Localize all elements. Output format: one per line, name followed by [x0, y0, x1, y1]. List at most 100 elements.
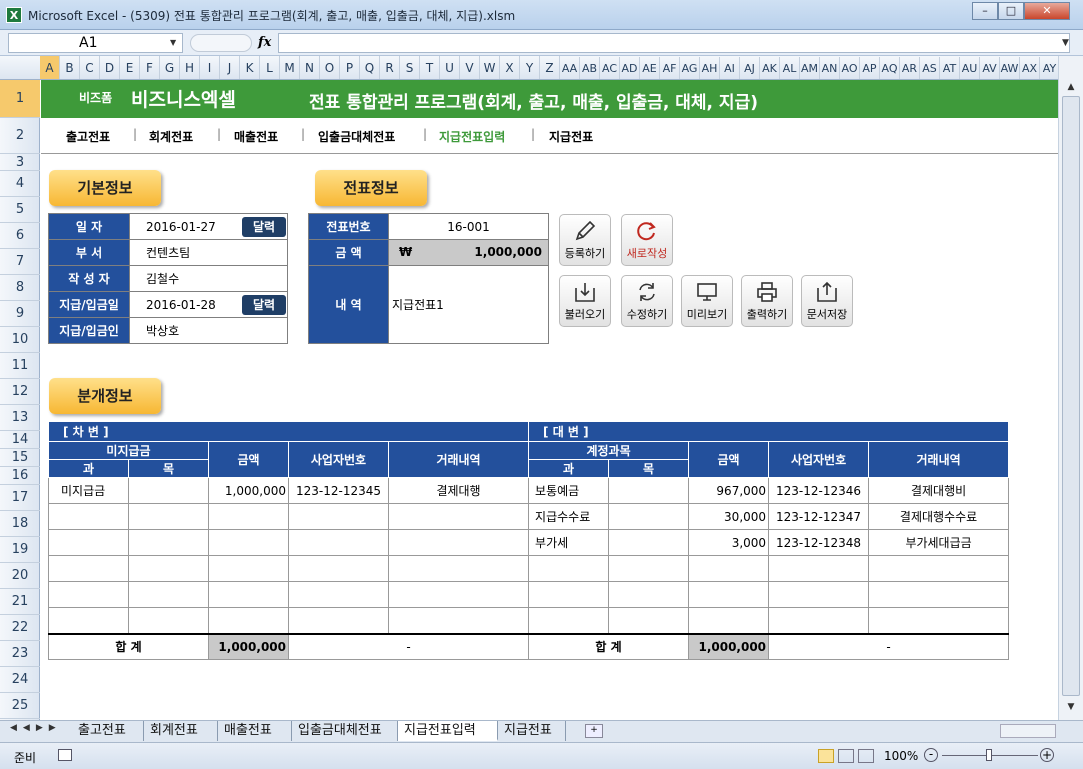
calendar-button-paydate[interactable]: 달력	[242, 295, 286, 315]
column-header-cell[interactable]: AB	[580, 57, 600, 79]
debit-mok-cell[interactable]	[128, 477, 209, 504]
column-header-cell[interactable]: AL	[780, 57, 800, 79]
column-header-cell[interactable]: AG	[680, 57, 700, 79]
debit-desc-cell[interactable]	[387, 607, 530, 634]
column-header-cell[interactable]: R	[380, 56, 400, 79]
column-header-cell[interactable]: T	[420, 56, 440, 79]
column-header-cell[interactable]: V	[460, 56, 480, 79]
credit-gwa-cell[interactable]: 보통예금	[528, 477, 610, 504]
nav-item-jigeup[interactable]: 지급전표	[549, 128, 593, 145]
debit-amount-cell[interactable]: 1,000,000	[208, 477, 289, 504]
chevron-down-icon[interactable]: ▼	[170, 38, 176, 47]
credit-gwa-cell[interactable]: 부가세	[528, 529, 610, 556]
row-header-cell[interactable]: 21	[0, 589, 40, 615]
credit-amount-cell[interactable]	[688, 607, 770, 634]
credit-mok-cell[interactable]	[608, 607, 690, 634]
column-header-cell[interactable]: AU	[960, 57, 980, 79]
debit-gwa-cell[interactable]	[48, 555, 129, 582]
column-header-cell[interactable]: AX	[1020, 57, 1040, 79]
debit-mok-cell[interactable]	[128, 503, 209, 530]
row-header-cell[interactable]: 11	[0, 353, 40, 379]
debit-mok-cell[interactable]	[128, 581, 209, 608]
column-header-cell[interactable]: AA	[560, 57, 580, 79]
voucher-no-value[interactable]: 16-001	[388, 213, 549, 240]
credit-gwa-cell[interactable]	[528, 555, 610, 582]
row-header-cell[interactable]: 3	[0, 154, 40, 171]
column-header-cell[interactable]: J	[220, 56, 240, 79]
row-header-cell[interactable]: 8	[0, 275, 40, 301]
debit-amount-cell[interactable]	[208, 555, 289, 582]
new-document-button[interactable]: 새로작성	[621, 214, 673, 266]
credit-gwa-cell[interactable]: 지급수수료	[528, 503, 610, 530]
credit-gwa-cell[interactable]	[528, 581, 610, 608]
scroll-thumb[interactable]	[1062, 96, 1080, 696]
load-button[interactable]: 불러오기	[559, 275, 611, 327]
credit-amount-cell[interactable]	[688, 581, 770, 608]
formula-input[interactable]	[278, 33, 1070, 53]
column-header-cell[interactable]: AC	[600, 57, 620, 79]
column-header-cell[interactable]: AQ	[880, 57, 900, 79]
column-header-cell[interactable]: M	[280, 56, 300, 79]
debit-amount-cell[interactable]	[208, 581, 289, 608]
column-header-cell[interactable]: AM	[800, 57, 820, 79]
column-header-cell[interactable]: W	[480, 56, 500, 79]
tab-nav-arrows-icon[interactable]: ◀◀▶▶	[10, 723, 62, 733]
column-header-cell[interactable]: AY	[1040, 57, 1058, 79]
column-header-cell[interactable]: AN	[820, 57, 840, 79]
page-break-icon[interactable]	[858, 749, 874, 763]
column-header-cell[interactable]: E	[120, 56, 140, 79]
credit-desc-cell[interactable]	[868, 607, 1010, 634]
column-header-cell[interactable]: AD	[620, 57, 640, 79]
row-header-cell[interactable]: 20	[0, 563, 40, 589]
debit-desc-cell[interactable]	[387, 529, 530, 556]
column-header-cell[interactable]: K	[240, 56, 260, 79]
credit-amount-cell[interactable]: 3,000	[688, 529, 770, 556]
writer-value[interactable]: 김철수	[129, 265, 288, 292]
row-header-cell[interactable]: 14	[0, 431, 40, 449]
column-header-cell[interactable]: AJ	[740, 57, 760, 79]
column-header-cell[interactable]: AP	[860, 57, 880, 79]
nav-item-chulgo[interactable]: 출고전표	[66, 128, 110, 145]
debit-desc-cell[interactable]	[387, 581, 530, 608]
debit-mok-cell[interactable]	[128, 607, 209, 634]
column-header-cell[interactable]: Q	[360, 56, 380, 79]
row-header-cell[interactable]: 24	[0, 667, 40, 693]
column-header-cell[interactable]: L	[260, 56, 280, 79]
column-header-cell[interactable]: AT	[940, 57, 960, 79]
credit-biz-cell[interactable]: 123-12-12346	[768, 477, 870, 504]
minimize-button[interactable]: –	[972, 2, 998, 20]
print-button[interactable]: 출력하기	[741, 275, 793, 327]
row-header-cell[interactable]: 2	[0, 118, 40, 154]
zoom-in-icon[interactable]: +	[1040, 748, 1054, 762]
row-header-cell[interactable]: 22	[0, 615, 40, 641]
calendar-button-date[interactable]: 달력	[242, 217, 286, 237]
sheet-tab[interactable]: 지급전표	[498, 721, 566, 741]
row-header-cell[interactable]: 16	[0, 467, 40, 485]
sheet-tab[interactable]: 입출금대체전표	[292, 721, 398, 741]
column-header-cell[interactable]: F	[140, 56, 160, 79]
debit-amount-cell[interactable]	[208, 607, 289, 634]
save-document-button[interactable]: 문서저장	[801, 275, 853, 327]
column-header-cell[interactable]: H	[180, 56, 200, 79]
page-layout-icon[interactable]	[838, 749, 854, 763]
row-header-cell[interactable]: 6	[0, 223, 40, 249]
credit-mok-cell[interactable]	[608, 503, 690, 530]
sheet-tab[interactable]: 출고전표	[72, 721, 144, 741]
row-header-cell[interactable]: 25	[0, 693, 40, 719]
column-header-cell[interactable]: U	[440, 56, 460, 79]
debit-gwa-cell[interactable]	[48, 503, 129, 530]
horizontal-scrollbar[interactable]	[1000, 724, 1056, 738]
row-header-cell[interactable]: 17	[0, 485, 40, 511]
column-header-cell[interactable]: D	[100, 56, 120, 79]
column-header-cell[interactable]: AH	[700, 57, 720, 79]
column-header-cell[interactable]: AK	[760, 57, 780, 79]
formula-expand-handle[interactable]	[190, 34, 252, 52]
column-header-cell[interactable]: B	[60, 56, 80, 79]
row-header-cell[interactable]: 4	[0, 171, 40, 197]
credit-desc-cell[interactable]	[868, 555, 1010, 582]
credit-mok-cell[interactable]	[608, 529, 690, 556]
debit-gwa-cell[interactable]: 미지급금	[48, 477, 129, 504]
column-header-cell[interactable]: Z	[540, 56, 560, 79]
credit-biz-cell[interactable]	[768, 555, 870, 582]
credit-amount-cell[interactable]: 30,000	[688, 503, 770, 530]
